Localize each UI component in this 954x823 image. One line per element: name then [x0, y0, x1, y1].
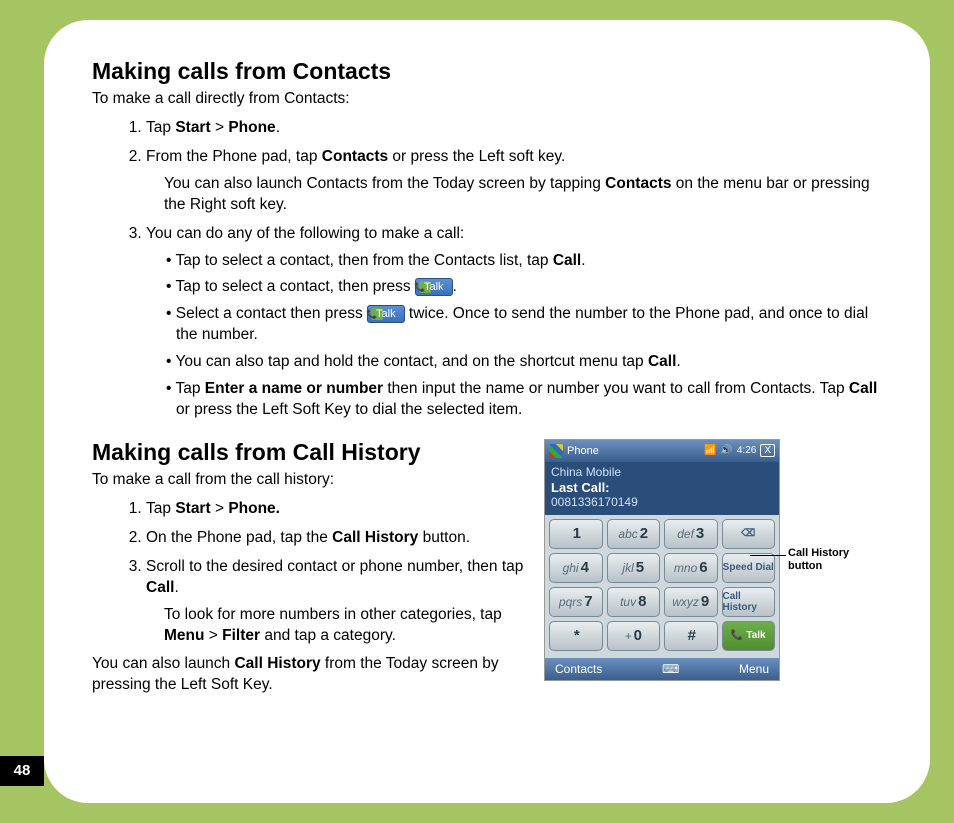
signal-icon: 📶: [704, 445, 716, 456]
left-column: Making calls from Call History To make a…: [92, 439, 526, 704]
page-number: 48: [0, 756, 44, 786]
step-3-bullets: Tap to select a contact, then from the C…: [166, 251, 884, 421]
key-4[interactable]: ghi4: [549, 553, 603, 583]
steps-contacts: Tap Start > Phone. From the Phone pad, t…: [92, 118, 884, 421]
key-2[interactable]: abc2: [607, 519, 661, 549]
speed-dial-button[interactable]: Speed Dial: [722, 553, 776, 583]
key-star[interactable]: *: [549, 621, 603, 651]
close-icon: X: [760, 444, 775, 457]
softkey-right[interactable]: Menu: [739, 662, 769, 676]
keypad: 1 abc2 def3 ⌫ ghi4 jkl5 mno6 Speed Dial …: [545, 515, 779, 658]
h-step-3: Scroll to the desired contact or phone n…: [146, 557, 526, 647]
key-7[interactable]: pqrs7: [549, 587, 603, 617]
step-3: You can do any of the following to make …: [146, 224, 884, 421]
phone-icon: 📞: [731, 630, 743, 641]
softkey-bar: Contacts ⌨ Menu: [545, 658, 779, 680]
bullet-4: You can also tap and hold the contact, a…: [166, 352, 884, 373]
bullet-5: Tap Enter a name or number then input th…: [166, 379, 884, 421]
phone-time: 4:26: [737, 445, 756, 456]
carrier-label: China Mobile: [545, 462, 779, 480]
h-step-1: Tap Start > Phone.: [146, 499, 526, 520]
bullet-3: Select a contact then press 📞Talk twice.…: [166, 304, 884, 346]
key-1[interactable]: 1: [549, 519, 603, 549]
intro-history: To make a call from the call history:: [92, 470, 526, 491]
volume-icon: 🔊: [720, 445, 732, 456]
talk-button-inline: 📞Talk: [415, 278, 453, 296]
start-icon: [549, 444, 563, 458]
backspace-button[interactable]: ⌫: [722, 519, 776, 549]
phone-screenshot: Phone 📶 🔊 4:26 X China Mobile Last Call: 00…: [544, 439, 780, 681]
key-9[interactable]: wxyz9: [664, 587, 718, 617]
key-8[interactable]: tuv8: [607, 587, 661, 617]
talk-button-inline: 📞Talk: [367, 305, 405, 323]
keyboard-icon[interactable]: ⌨: [662, 662, 679, 676]
key-5[interactable]: jkl5: [607, 553, 661, 583]
key-3[interactable]: def3: [664, 519, 718, 549]
step-2: From the Phone pad, tap Contacts or pres…: [146, 147, 884, 216]
softkey-left[interactable]: Contacts: [555, 662, 602, 676]
callout-line: [750, 555, 786, 556]
key-hash[interactable]: #: [664, 621, 718, 651]
key-0[interactable]: +0: [607, 621, 661, 651]
heading-contacts: Making calls from Contacts: [92, 58, 884, 85]
last-call-number: 0081336170149: [545, 495, 779, 515]
steps-history: Tap Start > Phone. On the Phone pad, tap…: [92, 499, 526, 647]
intro-contacts: To make a call directly from Contacts:: [92, 89, 884, 110]
callout-label: Call History button: [788, 547, 884, 573]
bullet-1: Tap to select a contact, then from the C…: [166, 251, 884, 272]
history-outro: You can also launch Call History from th…: [92, 654, 526, 696]
phone-titlebar: Phone 📶 🔊 4:26 X: [545, 440, 779, 462]
h-step-3-note: To look for more numbers in other catego…: [164, 605, 526, 647]
step-2-note: You can also launch Contacts from the To…: [164, 174, 884, 216]
heading-history: Making calls from Call History: [92, 439, 526, 466]
phone-title: Phone: [567, 445, 599, 457]
manual-page: Making calls from Contacts To make a cal…: [44, 20, 930, 803]
key-6[interactable]: mno6: [664, 553, 718, 583]
right-column: Phone 📶 🔊 4:26 X China Mobile Last Call: 00…: [544, 439, 884, 681]
talk-button[interactable]: 📞Talk: [722, 621, 776, 651]
call-history-button[interactable]: Call History: [722, 587, 776, 617]
h-step-2: On the Phone pad, tap the Call History b…: [146, 528, 526, 549]
bullet-2: Tap to select a contact, then press 📞Tal…: [166, 277, 884, 298]
last-call-label: Last Call:: [545, 480, 779, 495]
step-1: Tap Start > Phone.: [146, 118, 884, 139]
